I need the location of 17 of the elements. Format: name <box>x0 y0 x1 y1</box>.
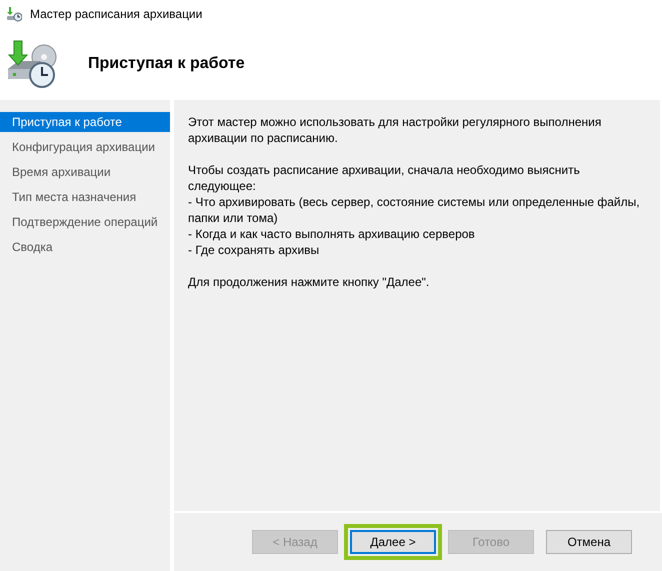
bullet-text: - Когда и как часто выполнять архивацию серверов <box>188 226 476 242</box>
window-title: Мастер расписания архивации <box>30 6 202 23</box>
outro-text: Для продолжения нажмите кнопку "Далее". <box>188 274 430 290</box>
step-item[interactable]: Время архивации <box>0 162 170 182</box>
step-item[interactable]: Сводка <box>0 237 170 257</box>
bullet-text: - Где сохранять архивы <box>188 242 320 258</box>
step-item[interactable]: Тип места назначения <box>0 187 170 207</box>
step-item[interactable]: Приступая к работе <box>0 112 170 132</box>
list-intro-text: Чтобы создать расписание архивации, сначала необходимо выяснить следующее: <box>188 162 581 194</box>
step-item[interactable]: Конфигурация архивации <box>0 137 170 157</box>
wizard-button[interactable]: Далее > <box>350 530 436 554</box>
bullet-text: - Что архивировать (весь сервер, состояние системы или определенные файлы, папки или тома) <box>188 194 641 226</box>
page-heading: Приступая к работе <box>88 54 245 74</box>
step-item[interactable]: Подтверждение операций <box>0 212 170 232</box>
wizard-button[interactable]: Отмена <box>546 530 632 554</box>
intro-text: Этот мастер можно использовать для настройки регулярного выполнения архивации по расписанию. <box>188 114 602 146</box>
backup-clock-icon <box>6 6 22 22</box>
